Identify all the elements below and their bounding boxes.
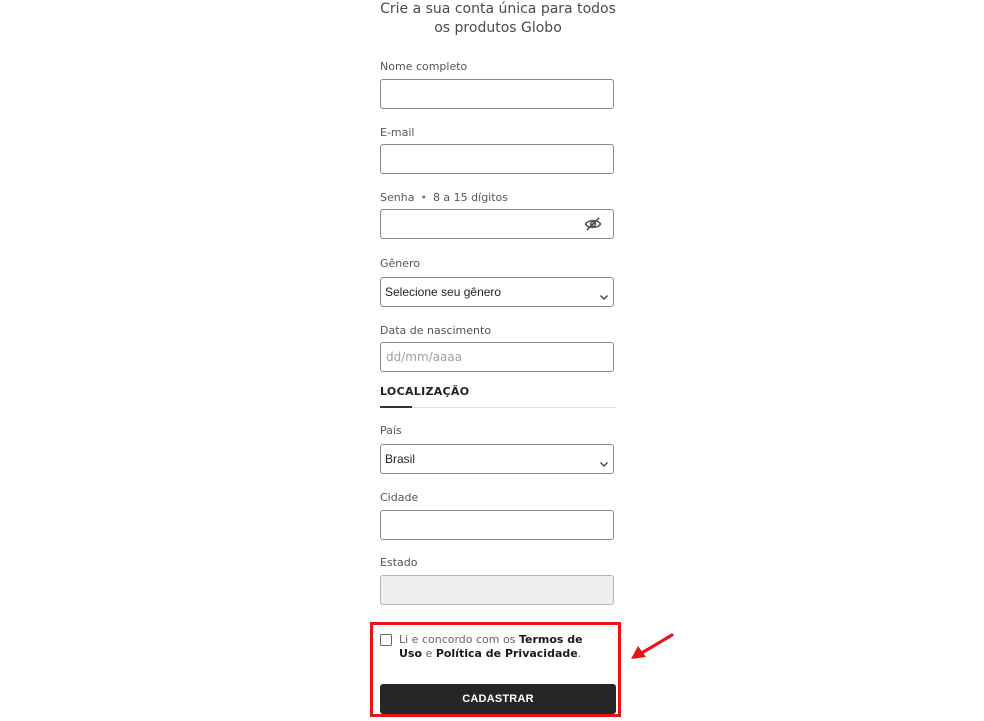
- gender-label: Gênero: [380, 257, 421, 270]
- password-hint-separator: •: [420, 191, 427, 204]
- country-selected-value: Brasil: [385, 452, 416, 466]
- section-divider: [380, 407, 616, 408]
- gender-select[interactable]: Selecione seu gênero: [380, 277, 614, 307]
- terms-middle: e: [422, 647, 436, 660]
- birthdate-placeholder: dd/mm/aaaa: [386, 350, 463, 364]
- email-input[interactable]: [380, 144, 614, 174]
- password-hint: 8 a 15 dígitos: [432, 191, 509, 204]
- country-label: País: [380, 424, 402, 437]
- location-section-title: LOCALIZAÇÃO: [380, 385, 470, 398]
- state-input: [380, 575, 614, 605]
- password-label-text: Senha: [380, 191, 415, 204]
- terms-checkbox[interactable]: [380, 634, 392, 646]
- state-label: Estado: [380, 556, 418, 569]
- section-divider-accent: [380, 406, 412, 408]
- page-title: Crie a sua conta única para todos os pro…: [380, 0, 616, 38]
- country-select[interactable]: Brasil: [380, 444, 614, 474]
- full-name-label: Nome completo: [380, 60, 468, 73]
- annotation-arrow-icon: [631, 633, 674, 659]
- chevron-down-icon: [599, 454, 609, 467]
- full-name-input[interactable]: [380, 79, 614, 109]
- birthdate-label: Data de nascimento: [380, 324, 492, 337]
- password-label: Senha • 8 a 15 dígitos: [380, 191, 508, 204]
- page-title-line-1: Crie a sua conta única para todos: [380, 1, 616, 17]
- city-label: Cidade: [380, 491, 419, 504]
- privacy-policy-link[interactable]: Política de Privacidade: [436, 647, 578, 660]
- city-input[interactable]: [380, 510, 614, 540]
- terms-text: Li e concordo com os Termos de Uso e Pol…: [399, 633, 609, 661]
- email-label: E-mail: [380, 126, 415, 139]
- eye-slash-icon[interactable]: [584, 216, 602, 232]
- birthdate-input[interactable]: dd/mm/aaaa: [380, 342, 614, 372]
- register-button[interactable]: CADASTRAR: [380, 684, 616, 714]
- chevron-down-icon: [599, 287, 609, 300]
- terms-suffix: .: [577, 647, 582, 660]
- gender-selected-value: Selecione seu gênero: [385, 285, 502, 299]
- page-title-line-2: os produtos Globo: [434, 20, 562, 36]
- terms-prefix: Li e concordo com os: [399, 633, 519, 646]
- password-input[interactable]: [380, 209, 614, 239]
